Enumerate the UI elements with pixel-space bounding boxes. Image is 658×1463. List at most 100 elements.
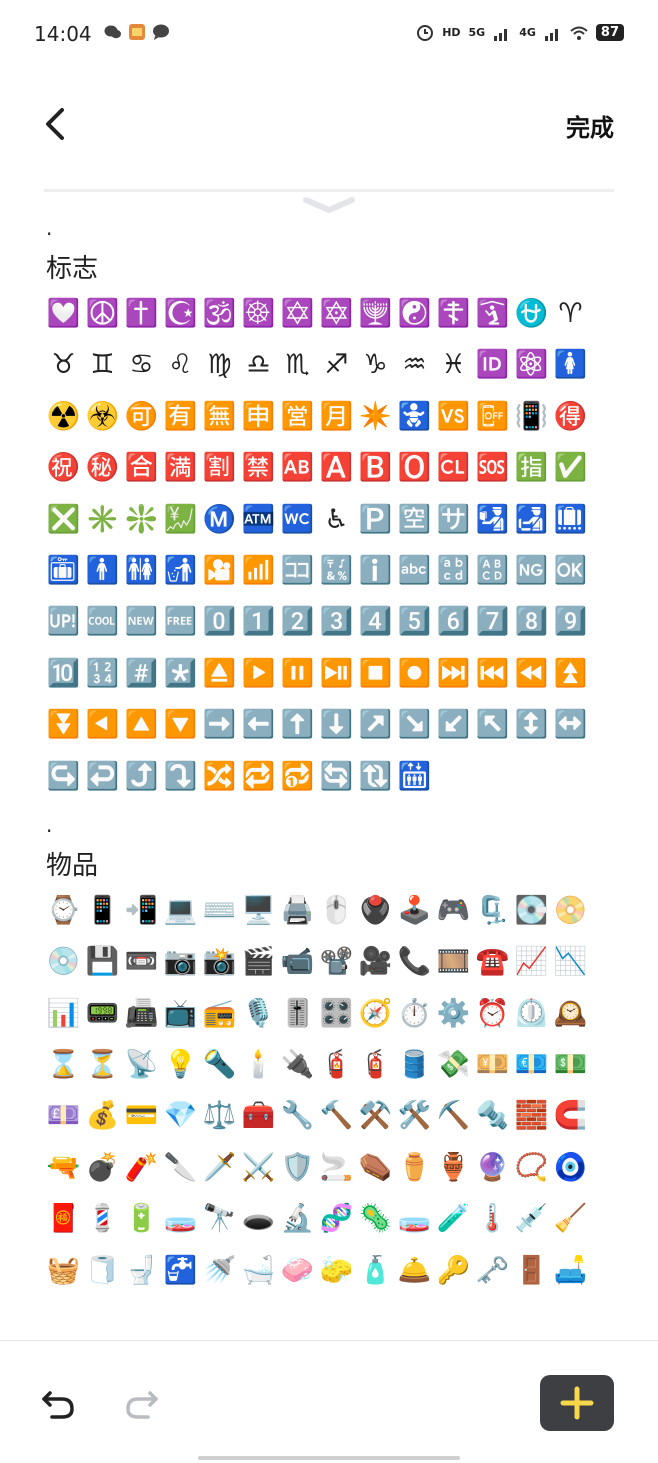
emoji-item[interactable]: 🚰 [161, 1254, 200, 1305]
emoji-item[interactable]: ☎️ [473, 945, 512, 996]
emoji-item[interactable]: ♍ [200, 348, 239, 399]
emoji-item[interactable]: ㊗️ [44, 451, 83, 502]
emoji-item[interactable]: 🅿️ [356, 503, 395, 554]
emoji-item[interactable]: 🛗 [395, 760, 434, 811]
emoji-item[interactable]: ♋ [122, 348, 161, 399]
emoji-item[interactable]: ⬅️ [239, 708, 278, 759]
emoji-item[interactable]: 🈳 [395, 503, 434, 554]
emoji-item[interactable]: 🛠️ [395, 1099, 434, 1150]
emoji-item[interactable]: 🆕 [122, 605, 161, 656]
emoji-item[interactable]: ⤵️ [161, 760, 200, 811]
emoji-item[interactable]: 🧬 [317, 1202, 356, 1253]
emoji-item[interactable]: ♎ [239, 348, 278, 399]
emoji-item[interactable]: 💵 [551, 1048, 590, 1099]
emoji-item[interactable]: ♐ [317, 348, 356, 399]
emoji-item[interactable]: ♉ [44, 348, 83, 399]
emoji-item[interactable]: 🧿 [551, 1151, 590, 1202]
emoji-item[interactable]: 🔯 [317, 297, 356, 348]
emoji-item[interactable]: 🕎 [356, 297, 395, 348]
emoji-item[interactable]: 🎚️ [278, 997, 317, 1048]
emoji-item[interactable]: 🚽 [122, 1254, 161, 1305]
emoji-item[interactable]: 🚪 [512, 1254, 551, 1305]
emoji-item[interactable]: ↕️ [512, 708, 551, 759]
emoji-item[interactable]: 🧲 [551, 1099, 590, 1150]
back-icon[interactable] [36, 104, 76, 144]
emoji-item[interactable]: ❎ [44, 503, 83, 554]
emoji-item[interactable]: 🔑 [434, 1254, 473, 1305]
emoji-item[interactable]: 🛐 [473, 297, 512, 348]
emoji-item[interactable]: 🎥 [356, 945, 395, 996]
emoji-item[interactable]: ♑ [356, 348, 395, 399]
emoji-item[interactable]: 🛄 [551, 503, 590, 554]
emoji-item[interactable]: ✡️ [278, 297, 317, 348]
emoji-item[interactable]: 🔩 [473, 1099, 512, 1150]
emoji-item[interactable]: 💿 [44, 945, 83, 996]
emoji-item[interactable]: ☮️ [83, 297, 122, 348]
emoji-item[interactable]: 🎛️ [317, 997, 356, 1048]
emoji-item[interactable]: 🆒 [83, 605, 122, 656]
emoji-item[interactable]: 9️⃣ [551, 605, 590, 656]
emoji-item[interactable]: 🉐 [551, 400, 590, 451]
emoji-item[interactable]: ♈ [551, 297, 590, 348]
emoji-item[interactable]: 🎮 [434, 894, 473, 945]
emoji-item[interactable]: 🈂️ [434, 503, 473, 554]
emoji-item[interactable]: 🔮 [473, 1151, 512, 1202]
emoji-item[interactable]: ♌ [161, 348, 200, 399]
emoji-item[interactable]: 🈚 [200, 400, 239, 451]
emoji-item[interactable]: 2️⃣ [278, 605, 317, 656]
emoji-item[interactable]: ⏯️ [317, 657, 356, 708]
emoji-item[interactable]: ⏏️ [200, 657, 239, 708]
emoji-item[interactable]: ⚰️ [356, 1151, 395, 1202]
emoji-item[interactable]: 🔡 [434, 554, 473, 605]
emoji-item[interactable]: 🔽 [161, 708, 200, 759]
emoji-item[interactable]: 💣 [83, 1151, 122, 1202]
emoji-item[interactable]: ↙️ [434, 708, 473, 759]
emoji-item[interactable]: ☢️ [44, 400, 83, 451]
emoji-item[interactable]: 💡 [161, 1048, 200, 1099]
emoji-item[interactable]: 💸 [434, 1048, 473, 1099]
emoji-item[interactable]: 🎞️ [434, 945, 473, 996]
emoji-item[interactable]: 🧻 [83, 1254, 122, 1305]
emoji-item[interactable]: 🚻 [122, 554, 161, 605]
emoji-item[interactable]: 🆓 [161, 605, 200, 656]
undo-icon[interactable] [38, 1383, 78, 1423]
emoji-item[interactable]: 🧯 [317, 1048, 356, 1099]
emoji-item[interactable]: 🚬 [317, 1151, 356, 1202]
emoji-item[interactable]: 🧫 [161, 1202, 200, 1253]
emoji-item[interactable]: 💾 [83, 945, 122, 996]
emoji-item[interactable]: 🧺 [44, 1254, 83, 1305]
emoji-item[interactable]: 🏧 [239, 503, 278, 554]
emoji-item[interactable]: ⏲️ [512, 997, 551, 1048]
emoji-item[interactable]: 🕰️ [551, 997, 590, 1048]
emoji-item[interactable]: 🧧 [44, 1202, 83, 1253]
emoji-item[interactable]: ⛎ [512, 297, 551, 348]
emoji-item[interactable]: ⛏️ [434, 1099, 473, 1150]
emoji-item[interactable]: ⏸️ [278, 657, 317, 708]
emoji-item[interactable]: ⏰ [473, 997, 512, 1048]
emoji-item[interactable]: 💈 [83, 1202, 122, 1253]
emoji-item[interactable]: 🚺 [551, 348, 590, 399]
emoji-item[interactable]: 🎙️ [239, 997, 278, 1048]
emoji-item[interactable]: 🆔 [473, 348, 512, 399]
emoji-item[interactable]: *️⃣ [161, 657, 200, 708]
emoji-item[interactable]: 🈷️ [317, 400, 356, 451]
emoji-item[interactable]: ⤴️ [122, 760, 161, 811]
emoji-item[interactable]: ⏳ [83, 1048, 122, 1099]
emoji-item[interactable]: 📲 [122, 894, 161, 945]
emoji-item[interactable]: ☦️ [434, 297, 473, 348]
emoji-item[interactable]: 📹 [278, 945, 317, 996]
emoji-item[interactable]: 🕹️ [395, 894, 434, 945]
emoji-item[interactable]: 🆎 [278, 451, 317, 502]
emoji-item[interactable]: 1️⃣ [239, 605, 278, 656]
emoji-item[interactable]: 🈵 [161, 451, 200, 502]
add-button[interactable] [540, 1375, 614, 1431]
emoji-item[interactable]: 🆙 [44, 605, 83, 656]
emoji-item[interactable]: 🈹 [200, 451, 239, 502]
emoji-item[interactable]: 🧨 [122, 1151, 161, 1202]
emoji-item[interactable]: 🔟 [44, 657, 83, 708]
emoji-item[interactable]: 🈁 [278, 554, 317, 605]
emoji-item[interactable]: 🧰 [239, 1099, 278, 1150]
emoji-item[interactable]: 📿 [512, 1151, 551, 1202]
emoji-item[interactable]: 🔨 [317, 1099, 356, 1150]
emoji-item[interactable]: 🅾️ [395, 451, 434, 502]
